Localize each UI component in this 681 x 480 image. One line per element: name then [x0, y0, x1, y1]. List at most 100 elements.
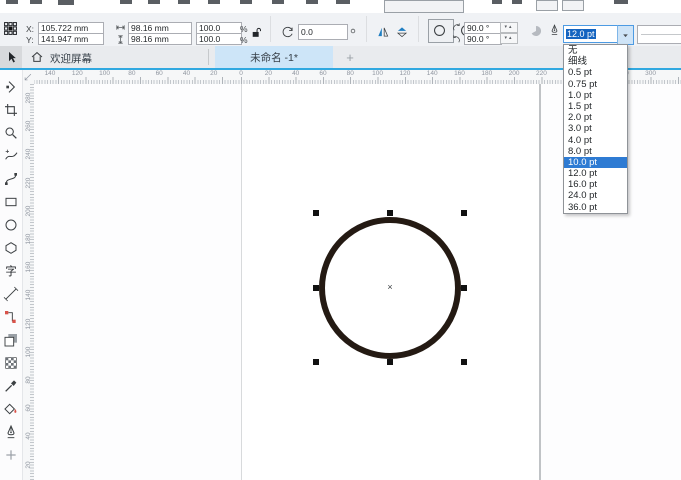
drop-shadow-tool-icon[interactable] [2, 331, 20, 349]
mirror-horizontal-icon[interactable] [376, 25, 390, 39]
outline-width-option[interactable]: 2.0 pt [564, 112, 627, 123]
shape-tool-icon[interactable] [2, 78, 20, 96]
ruler-label: 160 [454, 70, 465, 77]
object-height-field[interactable]: 98.16 mm [128, 33, 192, 45]
outline-width-option[interactable]: 10.0 pt [564, 157, 627, 168]
object-height-icon [115, 34, 126, 45]
ruler-label: 80 [347, 70, 354, 77]
selection-handle[interactable] [461, 285, 467, 291]
degree-icon [348, 26, 358, 36]
ruler-label: 60 [23, 402, 33, 414]
cropped-icon [208, 0, 220, 4]
outline-width-option[interactable]: 1.0 pt [564, 90, 627, 101]
ruler-label: 180 [481, 70, 492, 77]
lock-ratio-icon[interactable] [250, 26, 263, 39]
outline-width-option[interactable]: 细线 [564, 56, 627, 67]
home-icon[interactable] [30, 50, 44, 64]
pick-tool-icon [4, 50, 19, 65]
ruler-label: 100 [99, 70, 110, 77]
mirror-vertical-icon[interactable] [395, 25, 409, 39]
ellipse-tool-icon[interactable] [2, 216, 20, 234]
dimension-tool-icon[interactable] [2, 285, 20, 303]
ruler-label: 140 [427, 70, 438, 77]
cropped-icon [492, 0, 502, 4]
ruler-label: 220 [536, 70, 547, 77]
selection-handle[interactable] [313, 210, 319, 216]
connector-tool-icon[interactable] [2, 308, 20, 326]
transparency-tool-icon[interactable] [2, 354, 20, 372]
outline-pen-icon [548, 22, 561, 38]
polygon-tool-icon[interactable] [2, 239, 20, 257]
outline-width-option[interactable]: 0.75 pt [564, 79, 627, 90]
start-angle-spinner[interactable]: ▾▴ [500, 22, 518, 33]
text-tool-icon[interactable] [2, 262, 20, 280]
scale-v-field[interactable]: 100.0 [196, 33, 242, 45]
cropped-icon [512, 0, 522, 4]
ruler-label: 260 [23, 120, 33, 132]
y-position-field[interactable]: 141.947 mm [38, 33, 104, 45]
ruler-label: 80 [23, 374, 33, 386]
cropped-icon [536, 0, 558, 11]
eyedropper-tool-icon[interactable] [2, 377, 20, 395]
ruler-label: 180 [23, 233, 33, 245]
cropped-icon [240, 0, 252, 4]
cropped-icon [6, 0, 18, 4]
separator [270, 16, 271, 42]
outline-style-selector[interactable] [637, 25, 681, 44]
end-angle-spinner[interactable]: ▾▴ [500, 33, 518, 44]
outline-width-option[interactable]: 0.5 pt [564, 67, 627, 78]
selection-handle[interactable] [313, 359, 319, 365]
end-angle-field[interactable]: 90.0 ° [464, 33, 502, 45]
new-document-tab-button[interactable]: + [341, 46, 359, 68]
ruler-label: 40 [292, 70, 299, 77]
ruler-label: 120 [23, 318, 33, 330]
outline-width-option[interactable]: 24.0 pt [564, 190, 627, 201]
smart-fill-tool-icon[interactable] [2, 400, 20, 418]
separator [418, 16, 419, 42]
outline-width-dropdown-button[interactable] [617, 25, 634, 45]
ellipse-mode-button[interactable] [431, 22, 448, 39]
outline-width-option[interactable]: 无 [564, 45, 627, 56]
outline-width-option[interactable]: 16.0 pt [564, 179, 627, 190]
selection-handle[interactable] [461, 359, 467, 365]
ruler-label: 100 [23, 346, 33, 358]
selection-handle[interactable] [313, 285, 319, 291]
outline-width-option[interactable]: 8.0 pt [564, 146, 627, 157]
bezier-tool-icon[interactable] [2, 170, 20, 188]
ruler-label: 160 [23, 261, 33, 273]
ruler-label: 0 [239, 70, 243, 77]
outline-width-combobox[interactable]: 12.0 pt [563, 25, 621, 43]
freehand-tool-icon[interactable] [2, 147, 20, 165]
tab-welcome-screen[interactable]: 欢迎屏幕 [50, 51, 92, 66]
zoom-tool-icon[interactable] [2, 124, 20, 142]
add-tool-icon[interactable] [2, 446, 20, 464]
rectangle-tool-icon[interactable] [2, 193, 20, 211]
rotation-icon [281, 25, 295, 39]
cropped-combobox [384, 0, 464, 13]
cropped-icon [272, 0, 284, 4]
toolbox [0, 70, 23, 480]
pick-tool[interactable] [0, 46, 22, 68]
ruler-label: 60 [156, 70, 163, 77]
selection-handle[interactable] [387, 359, 393, 365]
cropped-icon [58, 0, 74, 5]
crop-tool-icon[interactable] [2, 101, 20, 119]
outline-width-option[interactable]: 12.0 pt [564, 168, 627, 179]
ruler-origin-corner[interactable] [22, 70, 34, 84]
outline-pen-tool-icon[interactable] [2, 423, 20, 441]
outline-width-option[interactable]: 3.0 pt [564, 123, 627, 134]
selection-handle[interactable] [461, 210, 467, 216]
selection-handle[interactable] [387, 210, 393, 216]
y-label: Y: [26, 35, 34, 45]
cropped-standard-toolbar [0, 0, 681, 13]
start-angle-icon [451, 22, 462, 33]
outline-width-option[interactable]: 4.0 pt [564, 135, 627, 146]
outline-width-option[interactable]: 1.5 pt [564, 101, 627, 112]
ruler-label: 20 [210, 70, 217, 77]
change-direction-icon[interactable] [528, 23, 544, 39]
rotation-angle-field[interactable]: 0.0 [298, 24, 348, 40]
ruler-label: 240 [23, 148, 33, 160]
tab-document-active[interactable]: 未命名 -1* [215, 46, 333, 68]
outline-width-option[interactable]: 36.0 pt [564, 202, 627, 213]
cropped-icon [336, 0, 350, 4]
